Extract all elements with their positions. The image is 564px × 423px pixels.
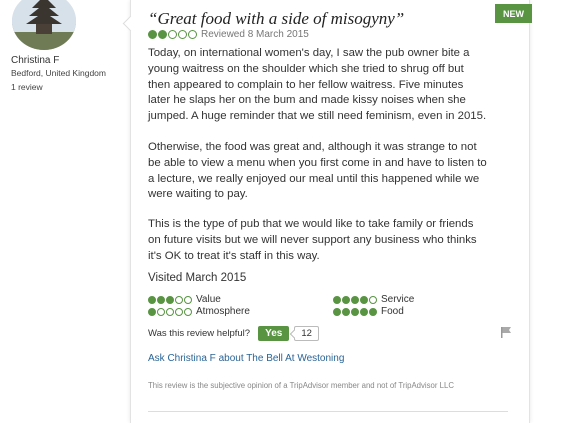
ask-reviewer-link[interactable]: Ask Christina F about The Bell At Weston… bbox=[148, 353, 344, 364]
empty-bubble-icon bbox=[175, 307, 183, 316]
filled-bubble-icon bbox=[148, 295, 156, 304]
helpful-section: Was this review helpful? Yes 12 bbox=[148, 326, 319, 341]
reviewer-name[interactable]: Christina F bbox=[11, 55, 59, 66]
sub-rating-label: Atmosphere bbox=[196, 306, 250, 317]
avatar[interactable] bbox=[12, 0, 76, 50]
empty-bubble-icon bbox=[175, 295, 183, 304]
filled-bubble-icon bbox=[351, 307, 359, 316]
reviewer-location: Bedford, United Kingdom bbox=[11, 68, 106, 78]
filled-bubble-icon bbox=[351, 295, 359, 304]
review-rating: Reviewed 8 March 2015 bbox=[148, 29, 309, 40]
filled-bubble-icon bbox=[158, 30, 167, 39]
sub-rating-label: Food bbox=[381, 306, 404, 317]
helpful-count: 12 bbox=[294, 326, 319, 341]
disclaimer: This review is the subjective opinion of… bbox=[148, 381, 454, 390]
filled-bubble-icon bbox=[360, 295, 368, 304]
visited-date: Visited March 2015 bbox=[148, 272, 247, 284]
empty-bubble-icon bbox=[188, 30, 197, 39]
review-paragraph: This is the type of pub that we would li… bbox=[148, 218, 477, 262]
sub-rating-service: Service bbox=[333, 294, 414, 305]
filled-bubble-icon bbox=[333, 295, 341, 304]
temple-photo-icon bbox=[12, 0, 76, 50]
filled-bubble-icon bbox=[333, 307, 341, 316]
empty-bubble-icon bbox=[178, 30, 187, 39]
filled-bubble-icon bbox=[157, 295, 165, 304]
flag-icon[interactable] bbox=[500, 326, 512, 338]
rating-bubbles bbox=[148, 295, 192, 304]
filled-bubble-icon bbox=[369, 307, 377, 316]
reviewer-panel: Christina F Bedford, United Kingdom 1 re… bbox=[0, 0, 125, 423]
new-badge: NEW bbox=[495, 4, 532, 23]
sub-rating-value: Value bbox=[148, 294, 221, 305]
empty-bubble-icon bbox=[168, 30, 177, 39]
rating-bubbles bbox=[148, 307, 192, 316]
filled-bubble-icon bbox=[342, 295, 350, 304]
reviewed-date: Reviewed 8 March 2015 bbox=[201, 29, 309, 40]
sub-rating-atmosphere: Atmosphere bbox=[148, 306, 250, 317]
empty-bubble-icon bbox=[166, 307, 174, 316]
filled-bubble-icon bbox=[148, 307, 156, 316]
empty-bubble-icon bbox=[369, 295, 377, 304]
rating-bubbles bbox=[148, 30, 197, 39]
review-paragraph: Otherwise, the food was great and, altho… bbox=[148, 141, 487, 201]
empty-bubble-icon bbox=[184, 307, 192, 316]
review-title[interactable]: “Great food with a side of misogyny” bbox=[148, 9, 478, 29]
rating-bubbles bbox=[333, 307, 377, 316]
empty-bubble-icon bbox=[157, 307, 165, 316]
helpful-yes-button[interactable]: Yes bbox=[258, 326, 290, 341]
sub-rating-label: Service bbox=[381, 294, 415, 305]
empty-bubble-icon bbox=[184, 295, 192, 304]
rating-bubbles bbox=[333, 295, 377, 304]
filled-bubble-icon bbox=[360, 307, 368, 316]
reviewer-review-count[interactable]: 1 review bbox=[11, 82, 43, 92]
divider bbox=[148, 411, 508, 412]
sub-rating-food: Food bbox=[333, 306, 404, 317]
filled-bubble-icon bbox=[148, 30, 157, 39]
helpful-question: Was this review helpful? bbox=[148, 328, 251, 339]
filled-bubble-icon bbox=[166, 295, 174, 304]
sub-rating-label: Value bbox=[196, 294, 221, 305]
review-paragraph: Today, on international women's day, I s… bbox=[148, 47, 487, 123]
filled-bubble-icon bbox=[342, 307, 350, 316]
